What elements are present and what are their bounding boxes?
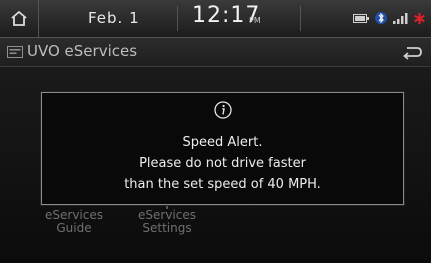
status-divider: [177, 6, 178, 31]
menu-item-eservices-guide[interactable]: eServices Guide: [34, 198, 114, 235]
page-title: UVO eServices: [27, 42, 138, 60]
screen: Feb. 1 12:17 PM UVO eServices eServices …: [0, 0, 431, 263]
alert-asterisk-icon: [414, 12, 425, 24]
popup-heading: Speed Alert.: [182, 135, 263, 150]
bluetooth-phone-icon: [375, 12, 387, 24]
back-arrow-icon: [403, 47, 422, 60]
menu-item-eservices-settings[interactable]: eServices Settings: [123, 199, 211, 235]
status-icons: [353, 11, 425, 25]
home-icon: [11, 10, 27, 26]
menu-item-label: Guide: [56, 221, 92, 235]
status-ampm: PM: [249, 16, 261, 25]
title-bar: UVO eServices: [0, 38, 431, 67]
signal-strength-icon: [393, 12, 408, 24]
status-divider: [300, 6, 301, 31]
menu-item-label: Settings: [142, 221, 192, 235]
info-icon: [214, 101, 232, 119]
popup-message-line: Please do not drive faster: [139, 156, 306, 171]
home-button[interactable]: [0, 0, 39, 37]
status-date: Feb. 1: [88, 9, 140, 27]
uvo-app-icon: [7, 46, 23, 58]
popup-message-line: than the set speed of 40 MPH.: [124, 177, 321, 192]
back-button[interactable]: [401, 43, 423, 61]
status-bar: Feb. 1 12:17 PM: [0, 0, 431, 38]
speed-alert-popup: Speed Alert. Please do not drive faster …: [41, 92, 404, 205]
battery-icon: [353, 13, 369, 23]
